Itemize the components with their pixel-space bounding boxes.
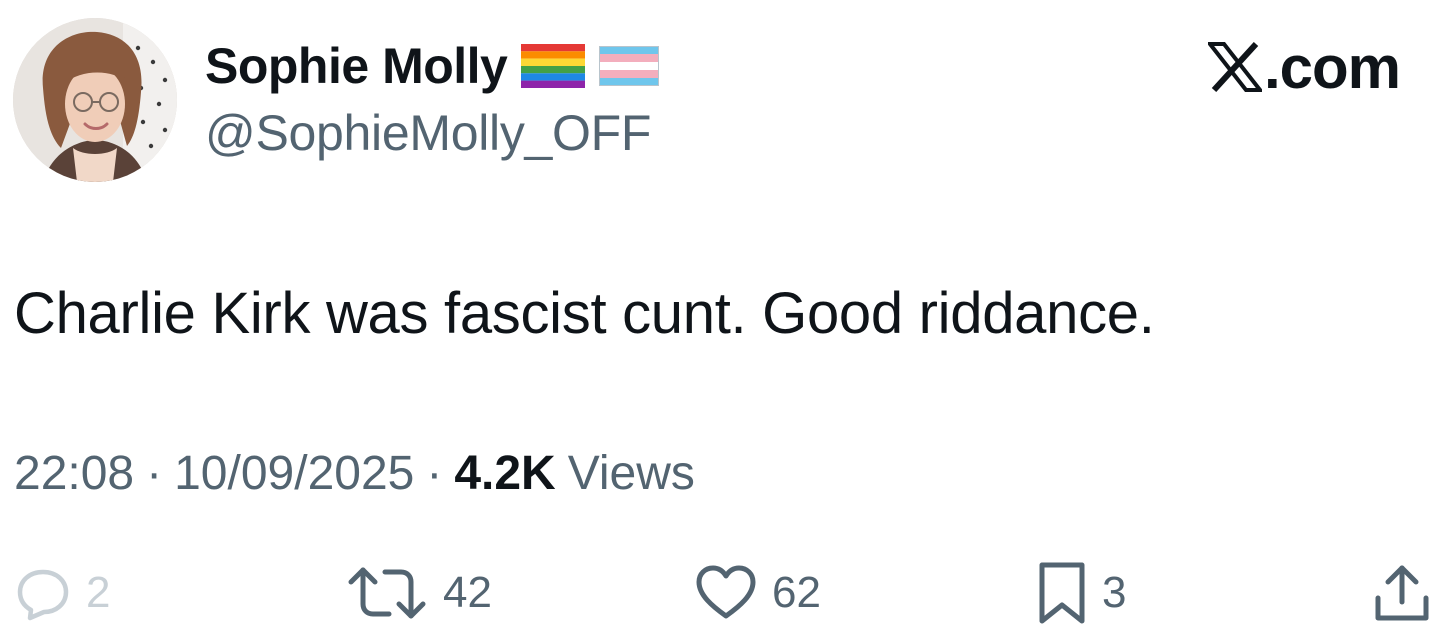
author-name-row: Sophie Molly bbox=[205, 36, 660, 96]
author-handle[interactable]: @SophieMolly_OFF bbox=[205, 104, 651, 162]
tweet-meta: 22:08 · 10/09/2025 · 4.2K Views bbox=[14, 446, 695, 501]
tweet-text: Charlie Kirk was fascist cunt. Good ridd… bbox=[14, 281, 1155, 346]
meta-separator: · bbox=[146, 447, 163, 500]
transgender-flag-icon bbox=[599, 46, 660, 86]
x-logo-icon bbox=[1207, 42, 1262, 92]
bookmark-count: 3 bbox=[1102, 568, 1127, 617]
bookmark-icon bbox=[1039, 562, 1085, 624]
reply-count: 2 bbox=[86, 568, 111, 617]
brand-logo: .com bbox=[1207, 33, 1401, 101]
retweet-icon bbox=[348, 567, 426, 619]
tweet-date[interactable]: 10/09/2025 bbox=[174, 446, 414, 501]
avatar-image bbox=[13, 18, 177, 182]
like-count: 62 bbox=[772, 568, 821, 617]
heart-icon bbox=[696, 565, 756, 619]
reply-button[interactable]: 2 bbox=[14, 560, 110, 626]
retweet-count: 42 bbox=[443, 568, 492, 617]
views-count: 4.2K bbox=[454, 447, 556, 500]
avatar[interactable] bbox=[13, 18, 177, 182]
brand-domain: .com bbox=[1263, 33, 1401, 101]
author-display-name[interactable]: Sophie Molly bbox=[205, 37, 508, 95]
share-button[interactable] bbox=[1372, 560, 1432, 626]
rainbow-flag-icon bbox=[521, 44, 586, 88]
reply-icon bbox=[17, 569, 69, 621]
meta-separator: · bbox=[426, 447, 443, 500]
bookmark-button[interactable]: 3 bbox=[1036, 560, 1126, 626]
retweet-button[interactable]: 42 bbox=[345, 560, 492, 626]
like-button[interactable]: 62 bbox=[694, 560, 821, 626]
share-icon bbox=[1375, 565, 1429, 621]
tweet-time[interactable]: 22:08 bbox=[14, 446, 134, 501]
views-label: Views bbox=[567, 447, 695, 500]
